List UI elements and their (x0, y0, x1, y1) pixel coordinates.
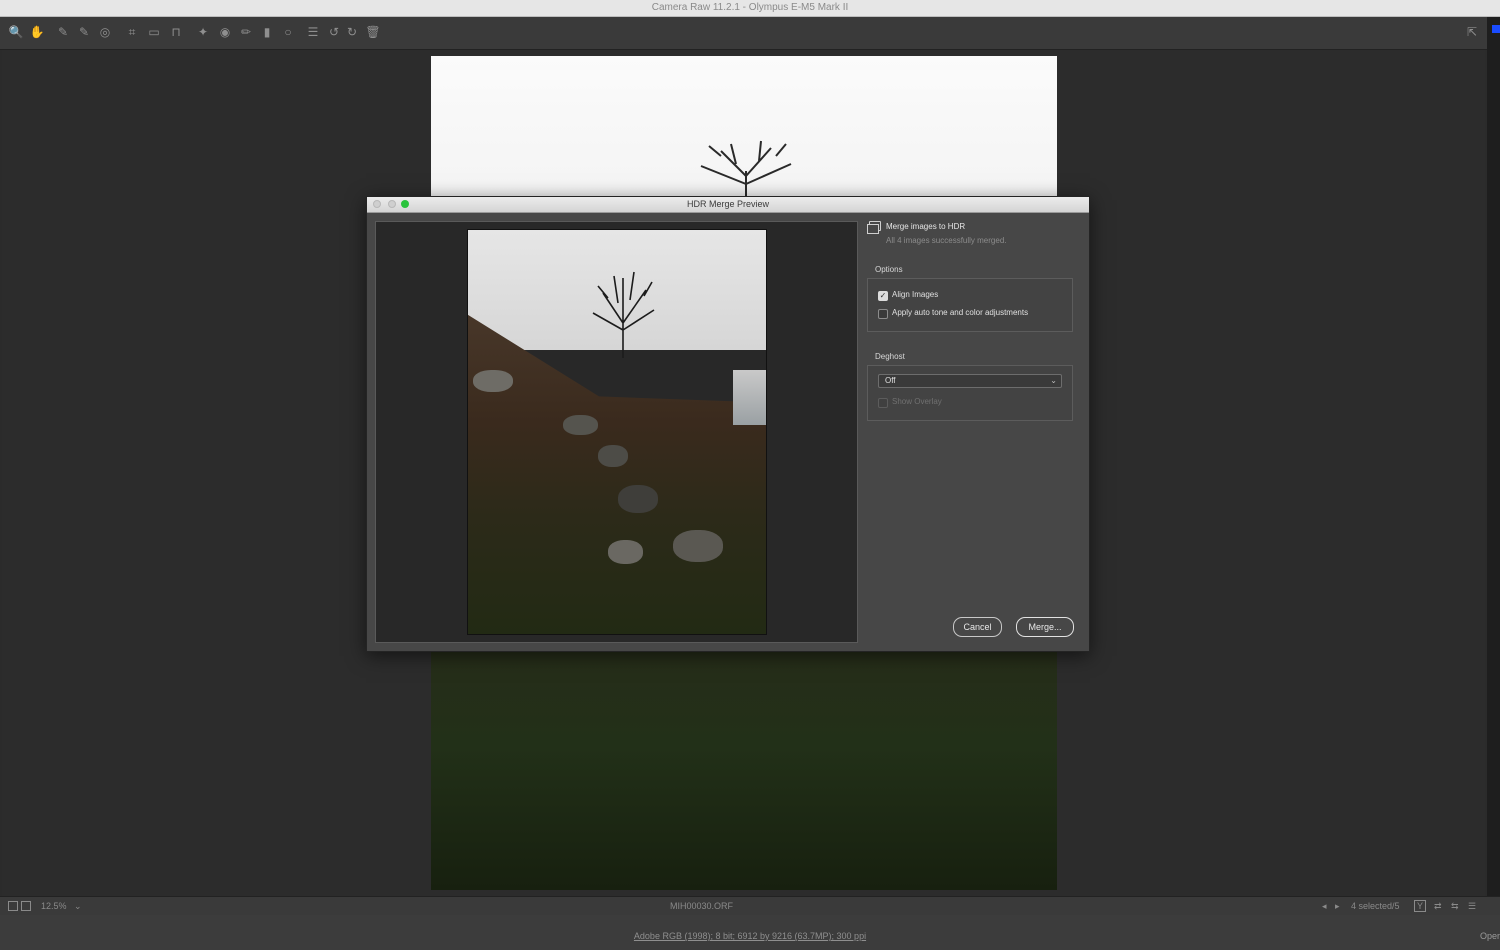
fullscreen-toggle-icon[interactable]: ⇱ (1463, 23, 1481, 41)
swap-settings-icon[interactable]: ⇄ (1434, 897, 1442, 915)
window-title-bar: Camera Raw 11.2.1 - Olympus E-M5 Mark II (0, 0, 1500, 17)
chevron-down-icon: ⌄ (1050, 376, 1057, 385)
preview-tree-silhouette (592, 271, 655, 358)
white-balance-tool-icon[interactable]: ✎ (54, 23, 72, 41)
preferences-icon[interactable]: ☰ (304, 23, 322, 41)
dialog-title: HDR Merge Preview (686, 199, 770, 209)
toggle-settings-icon[interactable]: ☰ (1468, 897, 1476, 915)
open-image-button[interactable]: Oper (1480, 931, 1500, 941)
align-images-checkbox[interactable]: ✓ (878, 291, 888, 301)
align-images-option[interactable]: ✓ Align Images (878, 287, 1062, 305)
minimize-window-button[interactable] (388, 200, 396, 208)
deghost-group-label: Deghost (875, 352, 905, 361)
graduated-filter-icon[interactable]: ▮ (258, 23, 276, 41)
next-image-icon[interactable]: ▸ (1335, 897, 1340, 915)
workflow-options-link[interactable]: Adobe RGB (1998); 8 bit; 6912 by 9216 (6… (0, 931, 1500, 941)
selection-count: 4 selected/5 (1351, 901, 1400, 911)
toolbar: 🔍 ✋ ✎ ✎ ◎ ⌗ ▭ ⊓ ✦ ◉ ✏ ▮ ○ ☰ ↺ ↻ 🗑 ⇱ (0, 17, 1487, 50)
hand-tool-icon[interactable]: ✋ (28, 23, 46, 41)
merge-hdr-icon (867, 221, 881, 234)
status-bar: 12.5% ⌄ MIH00030.ORF ◂ ▸ 4 selected/5 Y … (0, 896, 1500, 915)
show-overlay-option[interactable]: Show Overlay (878, 394, 1062, 412)
bottom-bar: Adobe RGB (1998); 8 bit; 6912 by 9216 (6… (0, 915, 1500, 950)
trash-icon[interactable]: 🗑 (364, 23, 382, 41)
auto-tone-label: Apply auto tone and color adjustments (892, 308, 1029, 317)
show-overlay-label: Show Overlay (892, 397, 942, 406)
before-after-view-button[interactable]: Y (1414, 900, 1427, 912)
previous-image-icon[interactable]: ◂ (1322, 897, 1327, 915)
cancel-button[interactable]: Cancel (953, 617, 1002, 637)
deghost-selected-value: Off (885, 376, 896, 385)
deghost-group: Off ⌄ Show Overlay (867, 365, 1073, 421)
show-overlay-checkbox[interactable] (878, 398, 888, 408)
color-sampler-tool-icon[interactable]: ✎ (75, 23, 93, 41)
options-group-label: Options (875, 265, 903, 274)
options-group: ✓ Align Images Apply auto tone and color… (867, 278, 1073, 332)
crop-tool-icon[interactable]: ⌗ (123, 23, 141, 41)
auto-tone-option[interactable]: Apply auto tone and color adjustments (878, 305, 1062, 323)
merge-options-panel: Merge images to HDR All 4 images success… (865, 219, 1081, 421)
copy-settings-icon[interactable]: ⇆ (1451, 897, 1459, 915)
radial-filter-icon[interactable]: ○ (279, 23, 297, 41)
zoom-tool-icon[interactable]: 🔍 (7, 23, 25, 41)
hdr-preview-pane (375, 221, 858, 643)
window-title: Camera Raw 11.2.1 - Olympus E-M5 Mark II (651, 2, 849, 13)
zoom-window-button[interactable] (401, 200, 409, 208)
red-eye-tool-icon[interactable]: ◉ (216, 23, 234, 41)
dialog-title-bar: HDR Merge Preview (367, 197, 1089, 213)
align-images-label: Align Images (892, 290, 939, 299)
histogram-clipping-indicator[interactable] (1492, 25, 1500, 33)
adjustment-brush-icon[interactable]: ✏ (237, 23, 255, 41)
right-panel-edge (1487, 17, 1500, 897)
hdr-preview-image (467, 229, 767, 635)
merge-status-message: All 4 images successfully merged. (886, 236, 1007, 245)
hdr-merge-preview-dialog: HDR Merge Preview Merge images to HDR Al… (366, 196, 1090, 652)
transform-tool-icon[interactable]: ⊓ (167, 23, 185, 41)
deghost-select[interactable]: Off ⌄ (878, 374, 1062, 388)
auto-tone-checkbox[interactable] (878, 309, 888, 319)
merge-button[interactable]: Merge... (1016, 617, 1074, 637)
spot-removal-tool-icon[interactable]: ✦ (194, 23, 212, 41)
straighten-tool-icon[interactable]: ▭ (145, 23, 163, 41)
merge-status-title: Merge images to HDR (886, 222, 966, 231)
close-window-button[interactable] (373, 200, 381, 208)
rotate-right-icon[interactable]: ↻ (343, 23, 361, 41)
rotate-left-icon[interactable]: ↺ (325, 23, 343, 41)
current-filename: MIH00030.ORF (669, 901, 734, 911)
targeted-adjustment-tool-icon[interactable]: ◎ (96, 23, 114, 41)
